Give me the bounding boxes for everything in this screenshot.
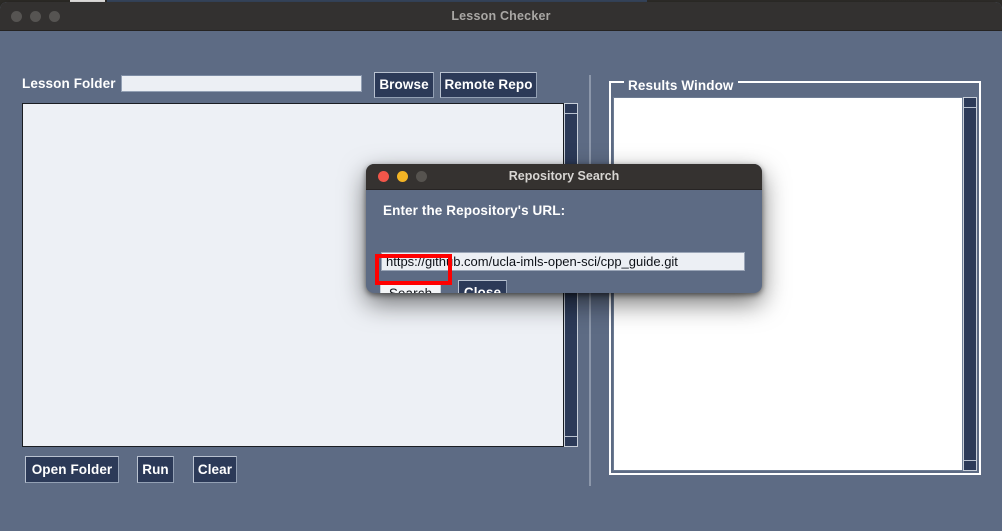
dialog-title: Repository Search xyxy=(508,169,620,183)
scroll-up-arrow-icon[interactable] xyxy=(964,98,976,108)
clear-button[interactable]: Clear xyxy=(193,456,237,483)
scroll-up-arrow-icon[interactable] xyxy=(565,104,577,114)
run-button[interactable]: Run xyxy=(137,456,174,483)
window-title: Lesson Checker xyxy=(451,9,551,23)
close-button[interactable]: Close xyxy=(458,280,507,293)
dialog-titlebar[interactable]: Repository Search xyxy=(366,164,762,190)
main-window-titlebar[interactable]: Lesson Checker xyxy=(0,2,1002,31)
open-folder-button[interactable]: Open Folder xyxy=(25,456,119,483)
scroll-down-arrow-icon[interactable] xyxy=(964,460,976,470)
remote-repo-button[interactable]: Remote Repo xyxy=(440,72,537,98)
scrollbar-thumb[interactable] xyxy=(964,108,976,460)
results-scrollbar[interactable] xyxy=(963,97,977,471)
url-prompt-label: Enter the Repository's URL: xyxy=(383,203,566,218)
search-button[interactable]: Search xyxy=(380,282,441,293)
results-group-label: Results Window xyxy=(624,79,738,93)
browse-button[interactable]: Browse xyxy=(374,72,434,98)
lesson-folder-input[interactable] xyxy=(121,75,362,92)
repository-search-dialog: Repository Search Enter the Repository's… xyxy=(366,164,762,293)
dialog-body: Enter the Repository's URL: Search Close xyxy=(366,190,762,293)
scroll-down-arrow-icon[interactable] xyxy=(565,436,577,446)
lesson-folder-label: Lesson Folder xyxy=(22,76,116,91)
repository-url-input[interactable] xyxy=(381,252,745,271)
